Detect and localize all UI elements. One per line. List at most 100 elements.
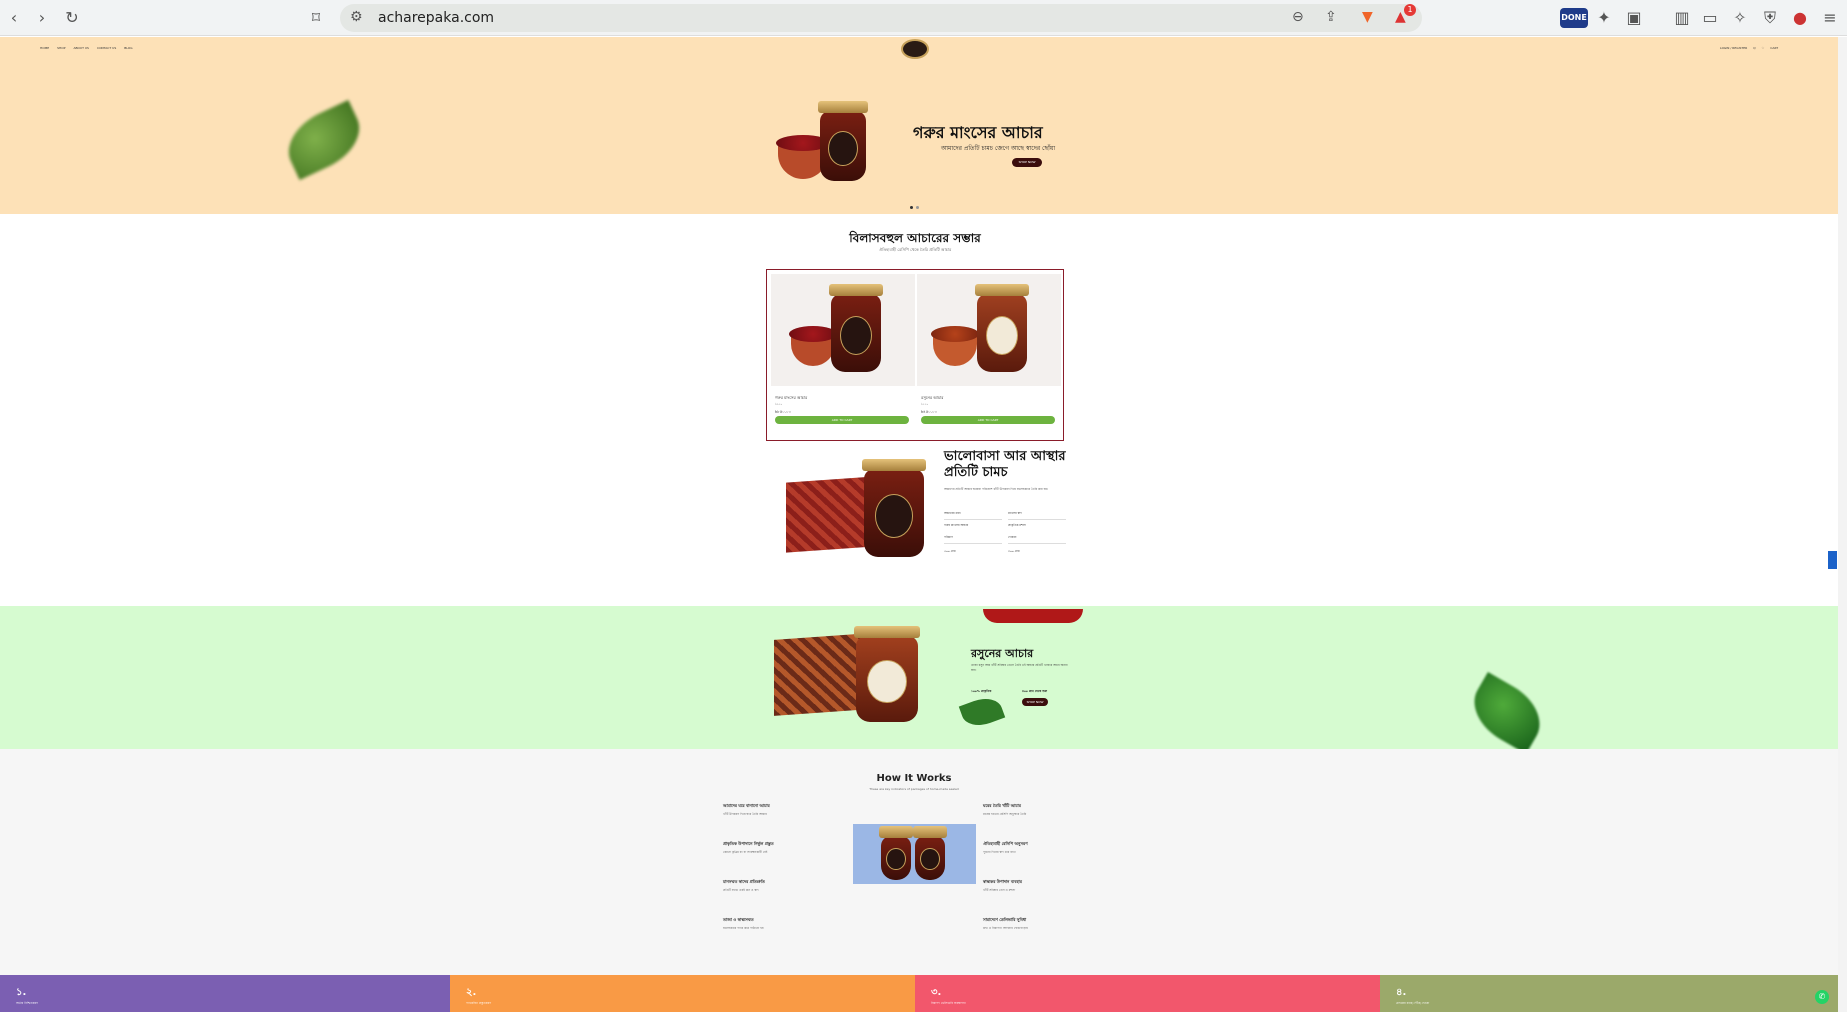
garlic-section: রসুনের আচার তাজা রসুন আর খাঁটি সরিষার তে…: [0, 606, 1838, 749]
profile-icon[interactable]: ●: [1790, 8, 1810, 28]
search-icon[interactable]: Q: [1753, 46, 1755, 50]
leo-ai-icon[interactable]: ✧: [1730, 8, 1750, 28]
product-old-price: ৳৫৫০: [921, 402, 929, 406]
process-band-1: ১. অর্ডার নিশ্চিতকরণ: [0, 975, 450, 1012]
cart-link[interactable]: CART: [1770, 46, 1778, 50]
product-price: ৳৪৫০.০০: [921, 409, 938, 414]
feature-section: ভালোবাসা আর আস্থার প্রতিটি চামচ আমাদের প…: [766, 449, 1066, 621]
vpn-icon[interactable]: ⛨: [1760, 8, 1780, 28]
forward-icon[interactable]: ›: [32, 8, 52, 28]
sidebar-icon[interactable]: ▥: [1672, 8, 1692, 28]
extensions-icon[interactable]: ✦: [1594, 8, 1614, 28]
step-desc: মায়ের হাতের রেসিপি অনুসারে তৈরি: [983, 812, 1027, 816]
bookmark-icon[interactable]: ⌑: [306, 8, 326, 28]
product-image[interactable]: [917, 274, 1061, 386]
collection-subtitle: ঐতিহ্যবাহী রেসিপি থেকে তৈরি প্রতিটি আচার: [878, 247, 952, 252]
product-old-price: ৳৯৫০: [775, 402, 783, 406]
jar-image: [818, 101, 868, 181]
band-label: অর্ডার নিশ্চিতকরণ: [16, 1001, 38, 1005]
garlic-description: তাজা রসুন আর খাঁটি সরিষার তেলে তৈরি এই আ…: [971, 663, 1068, 672]
wallet-icon[interactable]: ▭: [1700, 8, 1720, 28]
process-band-3: ৩. নিরাপদ ডেলিভারি ব্যবস্থাপনা: [915, 975, 1380, 1012]
band-label: গ্রাহকের কাছে পৌঁছে দেওয়া: [1396, 1001, 1430, 1005]
spec-value: গরুর মাংসের আচার: [944, 523, 969, 527]
product-card[interactable]: রসুনের আচার ৳৫৫০ ৳৪৫০.০০ ADD TO CART: [917, 274, 1061, 436]
step-desc: যত্নসহকারে প্যাক করে পাঠানো হয়: [723, 926, 764, 930]
process-band-2: ২. প্যাকেজিং প্রস্তুতকরণ: [450, 975, 915, 1012]
step-title: ঐতিহ্যবাহী রেসিপি অনুসরণ: [983, 841, 1028, 846]
login-link[interactable]: LOGIN / REGISTER: [1720, 46, 1747, 50]
nav-link[interactable]: SHOP: [57, 46, 65, 50]
product-name[interactable]: রসুনের আচার: [921, 395, 944, 402]
wishlist-icon[interactable]: ♡: [1762, 46, 1765, 50]
browser-toolbar: ‹ › ↻ ⌑ ⚙ acharepaka.com ⊖ ⇪ ▼ ▲ 1 DONE …: [0, 0, 1847, 36]
nav-link[interactable]: CONTACT US: [97, 46, 116, 50]
band-number: ২.: [466, 987, 477, 998]
spec-label: আচারের ধরন: [944, 511, 961, 515]
how-step: ঐতিহ্যবাহী রেসিপি অনুসরণ পুরনো দিনের স্বা…: [983, 841, 1103, 854]
add-to-cart-button[interactable]: ADD TO CART: [775, 416, 909, 424]
band-label: প্যাকেজিং প্রস্তুতকরণ: [466, 1001, 492, 1005]
jar-image: [854, 626, 920, 722]
how-step: প্রাকৃতিক উপাদানে নির্ভুল প্রস্তুত কোনো ক…: [723, 841, 843, 854]
slider-dot[interactable]: [910, 206, 913, 209]
product-image[interactable]: [771, 274, 915, 386]
site-nav: HOME SHOP ABOUT US CONTACT US BLOG LOGIN…: [0, 37, 1838, 59]
step-title: ঘরের তৈরি খাঁটি আচার: [983, 803, 1021, 808]
zoom-icon[interactable]: ⊖: [1292, 9, 1304, 25]
step-desc: কোনো কৃত্রিম রং বা সংরক্ষণকারী নেই: [723, 850, 768, 854]
site-logo[interactable]: [901, 39, 929, 59]
whatsapp-icon[interactable]: ✆: [1815, 990, 1829, 1004]
menu-icon[interactable]: ≡: [1820, 8, 1840, 28]
spec-label: মাংসের স্বাদ: [1008, 511, 1022, 515]
how-step: স্বাস্থ্যকর উপাদান ব্যবহার খাঁটি সরিষার ত…: [983, 879, 1103, 892]
jar-image: [862, 459, 926, 557]
step-title: সারাদেশে ডেলিভারি সুবিধা: [983, 917, 1027, 922]
leaf-decoration: [277, 99, 371, 181]
garlic-shop-button[interactable]: SHOP NOW: [1022, 698, 1048, 706]
tab-search-icon[interactable]: ▣: [1624, 8, 1644, 28]
back-icon[interactable]: ‹: [4, 8, 24, 28]
slider-dot[interactable]: [916, 206, 919, 209]
product-price: ৳৮৫০.০০: [775, 409, 792, 414]
step-title: স্বাস্থ্যকর উপাদান ব্যবহার: [983, 879, 1022, 884]
how-step: আমাদের ঘরে বানানো আচার খাঁটি উপকরণ দিয়ে …: [723, 803, 843, 816]
add-to-cart-button[interactable]: ADD TO CART: [921, 416, 1055, 424]
brave-shield-icon[interactable]: ▼: [1362, 9, 1373, 25]
address-bar[interactable]: ⚙ acharepaka.com ⊖ ⇪ ▼ ▲: [340, 4, 1422, 32]
step-title: প্রাকৃতিক উপাদানে নির্ভুল প্রস্তুত: [723, 841, 774, 846]
band-number: ৪.: [1396, 987, 1407, 998]
spec-value: ৫০০ গ্রাম: [944, 549, 956, 553]
how-image: [853, 824, 976, 884]
webpage: HOME SHOP ABOUT US CONTACT US BLOG LOGIN…: [0, 37, 1838, 1012]
nav-right: LOGIN / REGISTER Q ♡ CART: [1720, 46, 1778, 50]
hero-shop-button[interactable]: SHOP NOW: [1012, 158, 1042, 167]
step-desc: খাঁটি উপকরণ দিয়ে ঘরে তৈরি আচার: [723, 812, 767, 816]
garlic-meta: ১০০% প্রাকৃতিক: [971, 689, 992, 693]
step-desc: দ্রুত ও নিরাপদে আপনার দোরগোড়ায়: [983, 926, 1028, 930]
nav-link[interactable]: HOME: [40, 46, 49, 50]
done-extension-icon[interactable]: DONE: [1560, 8, 1588, 28]
step-desc: পুরনো দিনের স্বাদ ধরে রাখা: [983, 850, 1016, 854]
chili-decoration: [983, 609, 1083, 623]
garlic-title: রসুনের আচার: [971, 647, 1034, 660]
product-name[interactable]: গরুর মাংসের আচার: [775, 395, 807, 402]
band-label: নিরাপদ ডেলিভারি ব্যবস্থাপনা: [931, 1001, 966, 1005]
product-grid: গরুর মাংসের আচার ৳৯৫০ ৳৮৫০.০০ ADD TO CAR…: [766, 269, 1064, 441]
spec-label: পরিমাণ: [944, 535, 953, 539]
share-icon[interactable]: ⇪: [1325, 9, 1337, 25]
side-widget[interactable]: [1828, 551, 1837, 569]
nav-links: HOME SHOP ABOUT US CONTACT US BLOG: [40, 46, 133, 50]
reload-icon[interactable]: ↻: [62, 8, 82, 28]
site-settings-icon[interactable]: ⚙: [350, 9, 363, 25]
feature-description: আমাদের প্রতিটি আচার ঘরোয়া পরিবেশে খাঁটি…: [944, 487, 1049, 491]
rewards-badge: 1: [1404, 4, 1416, 16]
product-card[interactable]: গরুর মাংসের আচার ৳৯৫০ ৳৮৫০.০০ ADD TO CAR…: [771, 274, 915, 436]
nav-link[interactable]: BLOG: [124, 46, 132, 50]
page-scrollbar[interactable]: [1838, 37, 1847, 1012]
slider-dots: [910, 206, 919, 209]
how-subtitle: These are key indicators of packages of …: [869, 787, 959, 791]
step-title: আমাদের ঘরে বানানো আচার: [723, 803, 770, 808]
how-step: মানসম্মত স্বাদের প্রতিশ্রুতি প্রতিটি ব্যা…: [723, 879, 843, 892]
nav-link[interactable]: ABOUT US: [73, 46, 89, 50]
